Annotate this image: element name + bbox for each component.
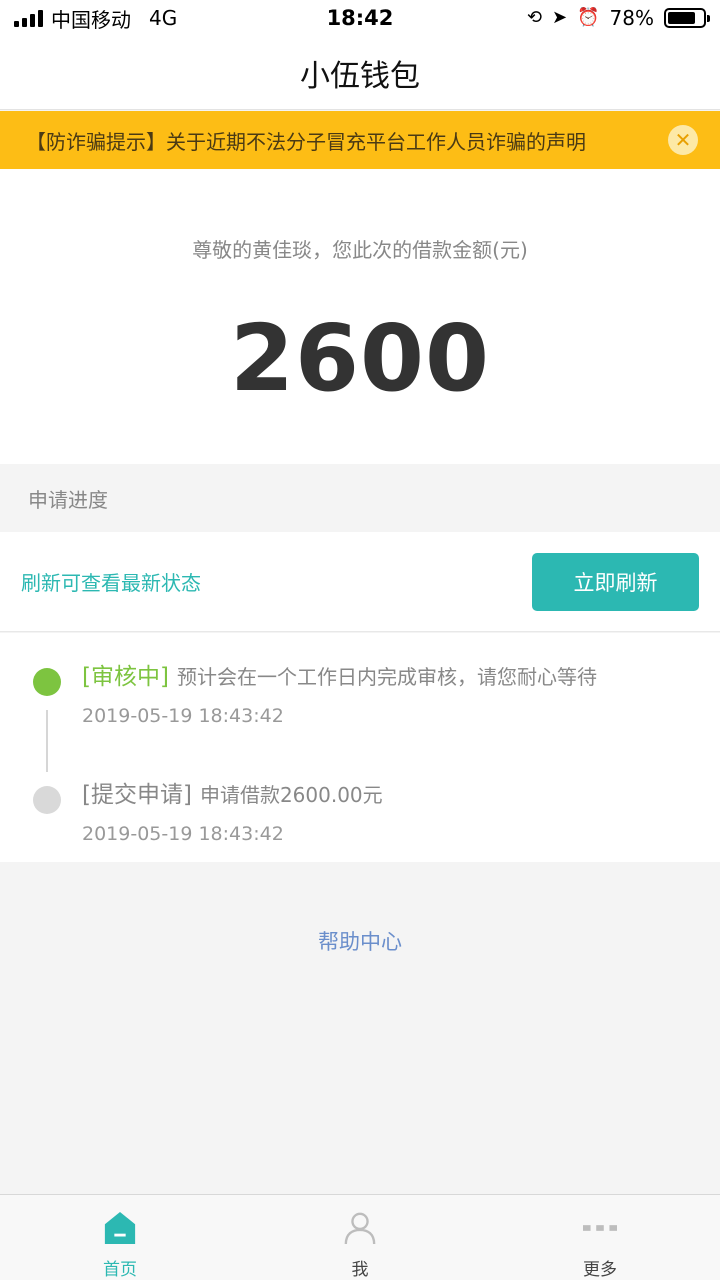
timeline-status: [审核中] [82,664,169,690]
page-title: 小伍钱包 [300,58,420,94]
refresh-hint: 刷新可查看最新状态 [21,571,201,595]
battery-percent: 78% [609,6,654,30]
signal-icon [14,9,43,27]
close-icon[interactable]: ✕ [668,125,698,155]
tab-label: 我 [351,1260,369,1280]
timeline-time: 2019-05-19 18:43:42 [82,823,284,845]
tab-more[interactable]: 更多 [480,1195,720,1280]
alarm-icon: ⏰ [577,7,600,28]
more-icon [583,1225,617,1231]
status-dot [33,668,61,696]
help-center-link[interactable]: 帮助中心 [0,926,720,956]
tab-bar: 首页 我 更多 [0,1194,720,1280]
clock: 18:42 [326,6,394,30]
tab-home[interactable]: 首页 [0,1195,240,1280]
notice-text[interactable]: 【防诈骗提示】关于近期不法分子冒充平台工作人员诈骗的声明 [26,126,668,155]
tab-label: 更多 [583,1260,617,1280]
status-dot [33,786,61,814]
loan-amount-card: 尊敬的黄佳琰，您此次的借款金额(元) 2600 [0,169,720,464]
status-bar: 中国移动 4G 18:42 ⟲ ➤ ⏰ 78% [0,0,720,36]
rotation-lock-icon: ⟲ [526,7,543,28]
amount-value: 2600 [229,305,491,412]
timeline-status: [提交申请] [82,782,192,808]
timeline-desc: 预计会在一个工作日内完成审核，请您耐心等待 [176,665,597,689]
network-label: 4G [149,6,178,30]
progress-section-title: 申请进度 [28,487,108,512]
timeline-desc: 申请借款2600.00元 [199,783,383,807]
carrier-label: 中国移动 [51,7,131,32]
battery-icon [664,8,710,28]
location-icon: ➤ [552,7,568,28]
user-icon [344,1212,376,1245]
amount-label: 尊敬的黄佳琰，您此次的借款金额(元) [192,238,528,262]
timeline-connector [46,710,48,772]
home-icon [104,1211,136,1245]
fraud-notice-banner[interactable]: 【防诈骗提示】关于近期不法分子冒充平台工作人员诈骗的声明 ✕ [0,111,720,169]
progress-timeline: [审核中] 预计会在一个工作日内完成审核，请您耐心等待 2019-05-19 1… [0,633,720,862]
battery-level [668,12,695,24]
tab-me[interactable]: 我 [240,1195,480,1280]
nav-bar: 小伍钱包 [0,36,720,110]
refresh-row: 刷新可查看最新状态 立即刷新 [0,532,720,632]
refresh-button[interactable]: 立即刷新 [532,552,699,611]
tab-label: 首页 [103,1260,137,1280]
timeline-time: 2019-05-19 18:43:42 [82,705,284,727]
